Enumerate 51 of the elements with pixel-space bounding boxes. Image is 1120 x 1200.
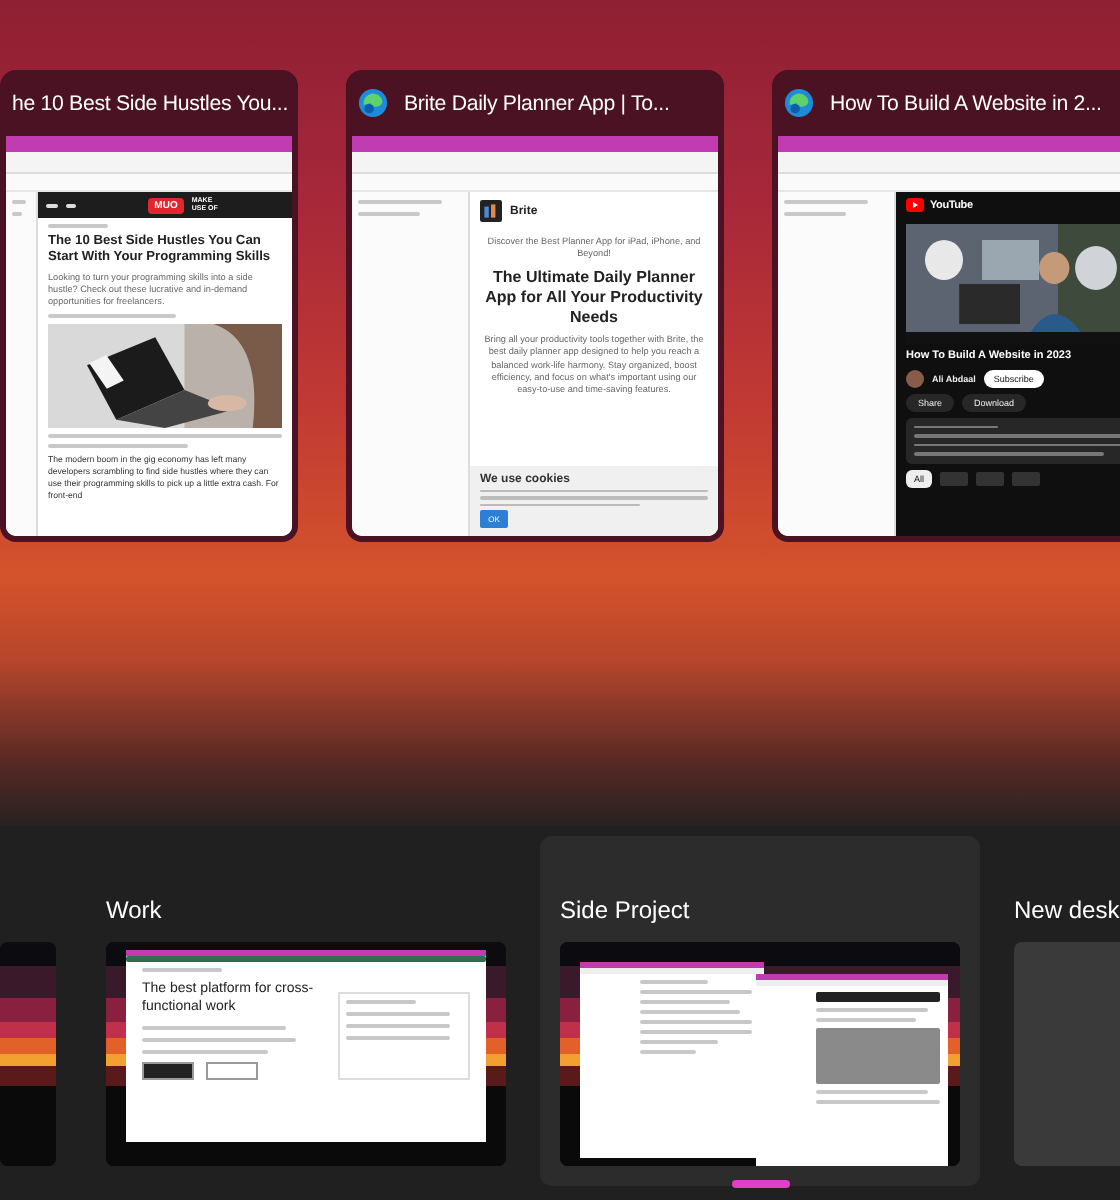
text-line (142, 1049, 268, 1054)
text-line (816, 1008, 928, 1012)
text-line (346, 1036, 451, 1040)
window-title: Brite Daily Planner App | To... (404, 91, 670, 115)
window-preview[interactable] (346, 70, 724, 542)
text-line (48, 314, 177, 319)
browser-icon (358, 88, 388, 118)
text-line (914, 425, 999, 429)
active-indicator (732, 1180, 790, 1188)
text-line (48, 444, 189, 449)
text-line (784, 212, 847, 216)
text-line (640, 990, 752, 994)
text-line (142, 968, 222, 972)
desktop-label: New desk (1014, 896, 1120, 928)
desktop-label: Side Project (560, 896, 692, 928)
text-line (640, 1030, 752, 1034)
cta-button[interactable] (142, 1061, 194, 1080)
text-line (816, 1100, 940, 1104)
desktop-label: Work (106, 896, 164, 928)
text-line (816, 1090, 928, 1094)
window-preview[interactable] (0, 70, 298, 542)
hero-headline: The Ultimate Daily Planner App for All Your Productivity Needs (483, 268, 705, 327)
text-line (48, 224, 108, 228)
text-line (640, 980, 708, 984)
text-line (346, 1000, 416, 1004)
text-line (358, 200, 442, 204)
text-line (142, 1025, 286, 1030)
text-line (46, 203, 58, 207)
text-line (640, 1010, 741, 1014)
text-line (346, 1012, 451, 1016)
text-line (640, 1050, 696, 1054)
text-line (346, 1024, 451, 1028)
image-placeholder (816, 1028, 940, 1084)
text-line (640, 1040, 719, 1044)
brand-logo-icon (480, 200, 502, 222)
text-line (640, 1020, 752, 1024)
text-line (640, 1000, 730, 1004)
text-line (12, 212, 23, 216)
secondary-button[interactable] (206, 1061, 258, 1080)
text-line (358, 212, 421, 216)
avatar (906, 369, 924, 388)
play-logo-icon (906, 198, 924, 212)
text-line (12, 200, 27, 204)
window-title: How To Build A Website in 2... (830, 91, 1102, 115)
window-title: he 10 Best Side Hustles You... (12, 91, 289, 115)
desktop-tile[interactable]: New desk (994, 836, 1120, 1186)
text-line (784, 200, 868, 204)
text-line (66, 203, 76, 207)
browser-icon (784, 88, 814, 118)
desktop-tile[interactable]: Side Project (540, 836, 980, 1186)
text-line (816, 1018, 916, 1022)
